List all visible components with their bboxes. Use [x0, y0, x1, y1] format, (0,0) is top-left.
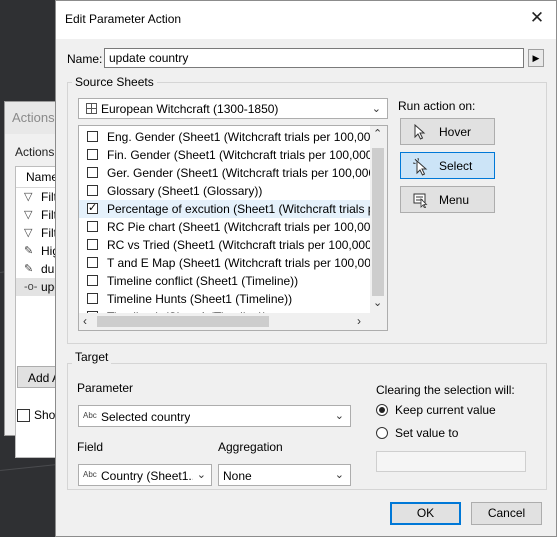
chevron-down-icon[interactable]: ⌄: [373, 296, 382, 309]
source-sheets-label: Source Sheets: [72, 75, 157, 89]
name-input[interactable]: [104, 48, 524, 68]
aggregation-label: Aggregation: [218, 440, 283, 454]
sheet-row[interactable]: Eng. Gender (Sheet1 (Witchcraft trials p…: [79, 128, 371, 146]
name-insert-arrow-button[interactable]: ▶: [528, 49, 544, 67]
chevron-down-icon: ⌄: [334, 410, 344, 422]
ok-button[interactable]: OK: [390, 502, 461, 525]
name-label: Name:: [67, 52, 103, 66]
filter-icon: ▽: [24, 227, 33, 239]
sheet-checkbox[interactable]: [87, 293, 98, 304]
scrollbar-corner: [370, 313, 387, 330]
sheets-vertical-scrollbar[interactable]: ⌃ ⌄: [370, 126, 387, 314]
source-data-dropdown[interactable]: European Witchcraft (1300-1850) ⌄: [78, 98, 388, 119]
sheet-row[interactable]: T and E Map (Sheet1 (Witchcraft trials p…: [79, 254, 371, 272]
filter-icon: ▽: [24, 191, 33, 203]
sheet-row[interactable]: Glossary (Sheet1 (Glossary)): [79, 182, 371, 200]
scrollbar-thumb[interactable]: [372, 148, 384, 296]
parameter-label: Parameter: [77, 381, 134, 395]
hover-cursor-icon: [414, 124, 426, 140]
sheet-row[interactable]: Ger. Gender (Sheet1 (Witchcraft trials p…: [79, 164, 371, 182]
actions-list-label: Actions l: [15, 145, 61, 159]
sheets-list: Eng. Gender (Sheet1 (Witchcraft trials p…: [78, 125, 388, 331]
highlight-icon: ✎: [24, 245, 34, 257]
sheet-checkbox[interactable]: [87, 221, 98, 232]
scrollbar-thumb[interactable]: [97, 316, 269, 327]
sheet-row[interactable]: RC Pie chart (Sheet1 (Witchcraft trials …: [79, 218, 371, 236]
sheet-checkbox[interactable]: [87, 257, 98, 268]
chevron-down-icon: ⌄: [334, 469, 344, 481]
sheet-row[interactable]: Timeline Hunts (Sheet1 (Timeline)): [79, 290, 371, 308]
checkbox[interactable]: [17, 409, 30, 423]
highlight-icon: ✎: [24, 263, 34, 275]
sheet-checkbox-checked[interactable]: ✓: [87, 202, 98, 214]
field-label: Field: [77, 440, 104, 454]
datasource-grid-icon: [86, 103, 97, 114]
radio-unselected[interactable]: [376, 427, 388, 439]
dialog-title: Edit Parameter Action: [65, 12, 182, 26]
source-data-value: European Witchcraft (1300-1850): [101, 102, 279, 116]
select-cursor-icon: [413, 158, 428, 176]
sheet-checkbox[interactable]: [87, 239, 98, 250]
run-on-select-button[interactable]: Select: [400, 152, 495, 179]
sheet-row[interactable]: RC vs Tried (Sheet1 (Witchcraft trials p…: [79, 236, 371, 254]
radio-selected[interactable]: [376, 404, 388, 416]
chevron-up-icon[interactable]: ⌃: [373, 127, 382, 140]
filter-icon: ▽: [24, 209, 33, 221]
sheet-checkbox[interactable]: [87, 275, 98, 286]
chevron-down-icon: ⌄: [371, 103, 381, 115]
parameter-value: Selected country: [101, 410, 191, 424]
chevron-left-icon[interactable]: ‹: [83, 314, 87, 328]
dialog-titlebar: Edit Parameter Action ✕: [56, 1, 556, 39]
sheet-row-selected[interactable]: ✓ Percentage of excution (Sheet1 (Witchcr…: [79, 200, 371, 218]
sheet-checkbox[interactable]: [87, 185, 98, 196]
close-icon[interactable]: ✕: [527, 8, 547, 28]
field-dropdown[interactable]: Abc Country (Sheet1... ⌄: [78, 464, 212, 486]
edit-parameter-action-dialog: Edit Parameter Action ✕ Name: ▶ Source S…: [55, 0, 557, 537]
sheet-checkbox[interactable]: [87, 167, 98, 178]
sheets-horizontal-scrollbar[interactable]: ‹ ›: [79, 313, 371, 330]
aggregation-value: None: [223, 469, 252, 483]
menu-cursor-icon: [413, 193, 428, 208]
field-value: Country (Sheet1...: [101, 469, 193, 483]
run-on-menu-button[interactable]: Menu: [400, 186, 495, 213]
sheet-row[interactable]: Fin. Gender (Sheet1 (Witchcraft trials p…: [79, 146, 371, 164]
aggregation-dropdown[interactable]: None ⌄: [218, 464, 351, 486]
run-action-label: Run action on:: [398, 99, 476, 113]
run-on-hover-button[interactable]: Hover: [400, 118, 495, 145]
sheet-checkbox[interactable]: [87, 131, 98, 142]
cancel-button[interactable]: Cancel: [471, 502, 542, 525]
chevron-down-icon: ⌄: [196, 469, 206, 481]
string-type-badge: Abc: [83, 470, 97, 479]
set-value-input: [376, 451, 526, 472]
chevron-right-icon[interactable]: ›: [357, 314, 361, 328]
sheet-checkbox[interactable]: [87, 149, 98, 160]
checkmark-icon: ✓: [88, 202, 98, 214]
string-type-badge: Abc: [83, 411, 97, 420]
play-arrow-icon: ▶: [532, 53, 540, 63]
parameter-icon: -o-: [24, 281, 38, 293]
target-label: Target: [72, 350, 112, 364]
sheet-row[interactable]: Timeline conflict (Sheet1 (Timeline)): [79, 272, 371, 290]
clearing-selection-label: Clearing the selection will:: [376, 383, 515, 397]
parameter-dropdown[interactable]: Abc Selected country ⌄: [78, 405, 351, 427]
